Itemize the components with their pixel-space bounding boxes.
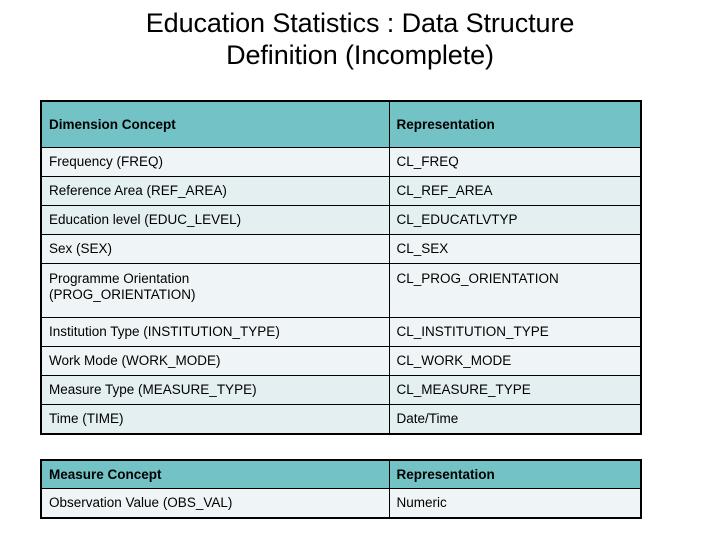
- column-header-representation: Representation: [388, 100, 642, 148]
- slide-canvas: Education Statistics : Data Structure De…: [0, 0, 720, 540]
- table-row: Reference Area (REF_AREA) CL_REF_AREA: [40, 176, 642, 206]
- table-row: Time (TIME) Date/Time: [40, 404, 642, 435]
- table-row: Observation Value (OBS_VAL) Numeric: [40, 488, 642, 519]
- cell-representation: Date/Time: [388, 404, 642, 435]
- cell-representation: CL_PROG_ORIENTATION: [388, 263, 642, 318]
- column-header-representation: Representation: [388, 459, 642, 489]
- measure-concept-table: Measure Concept Representation Observati…: [40, 459, 642, 519]
- cell-concept-line-2: (PROG_ORIENTATION): [49, 287, 196, 302]
- table-header-row: Dimension Concept Representation: [40, 100, 642, 148]
- cell-concept: Frequency (FREQ): [40, 147, 390, 177]
- cell-representation: CL_EDUCATLVTYP: [388, 205, 642, 235]
- table-row: Work Mode (WORK_MODE) CL_WORK_MODE: [40, 346, 642, 376]
- cell-representation: CL_REF_AREA: [388, 176, 642, 206]
- page-title-line-1: Education Statistics : Data Structure: [145, 8, 575, 38]
- table-row: Measure Type (MEASURE_TYPE) CL_MEASURE_T…: [40, 375, 642, 405]
- column-header-measure-concept: Measure Concept: [40, 459, 390, 489]
- page-title-line-2: Definition (Incomplete): [226, 40, 494, 70]
- cell-concept-line-1: Programme Orientation: [49, 271, 190, 286]
- cell-concept: Time (TIME): [40, 404, 390, 435]
- cell-concept: Education level (EDUC_LEVEL): [40, 205, 390, 235]
- page-title: Education Statistics : Data Structure De…: [0, 7, 720, 71]
- table-row: Sex (SEX) CL_SEX: [40, 234, 642, 264]
- table-row: Education level (EDUC_LEVEL) CL_EDUCATLV…: [40, 205, 642, 235]
- table-row: Programme Orientation (PROG_ORIENTATION)…: [40, 263, 642, 318]
- table-header-row: Measure Concept Representation: [40, 459, 642, 489]
- cell-concept: Programme Orientation (PROG_ORIENTATION): [40, 263, 390, 318]
- cell-representation: CL_MEASURE_TYPE: [388, 375, 642, 405]
- cell-concept: Institution Type (INSTITUTION_TYPE): [40, 317, 390, 347]
- column-header-dimension-concept: Dimension Concept: [40, 100, 390, 148]
- cell-representation: CL_SEX: [388, 234, 642, 264]
- cell-concept: Observation Value (OBS_VAL): [40, 488, 390, 519]
- cell-representation: CL_INSTITUTION_TYPE: [388, 317, 642, 347]
- cell-concept: Work Mode (WORK_MODE): [40, 346, 390, 376]
- table-row: Institution Type (INSTITUTION_TYPE) CL_I…: [40, 317, 642, 347]
- cell-representation: CL_WORK_MODE: [388, 346, 642, 376]
- cell-concept: Sex (SEX): [40, 234, 390, 264]
- cell-representation: CL_FREQ: [388, 147, 642, 177]
- dimension-concept-table: Dimension Concept Representation Frequen…: [40, 100, 642, 435]
- table-row: Frequency (FREQ) CL_FREQ: [40, 147, 642, 177]
- cell-representation: Numeric: [388, 488, 642, 519]
- cell-concept: Measure Type (MEASURE_TYPE): [40, 375, 390, 405]
- cell-concept: Reference Area (REF_AREA): [40, 176, 390, 206]
